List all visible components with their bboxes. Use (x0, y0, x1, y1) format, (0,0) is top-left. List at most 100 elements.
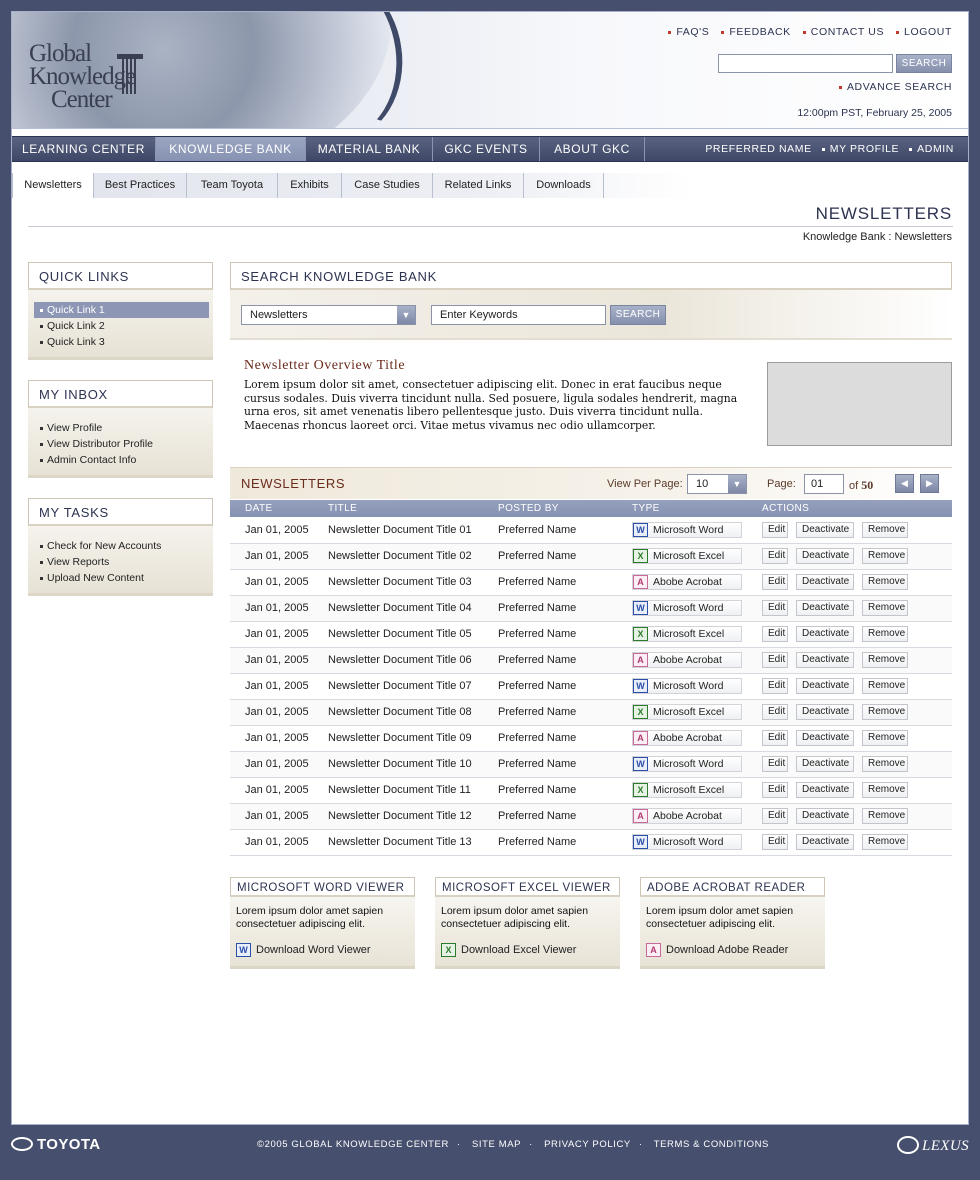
quick-link-3[interactable]: Quick Link 3 (34, 334, 209, 350)
tab-best-practices[interactable]: Best Practices (94, 173, 187, 198)
row-title[interactable]: Newsletter Document Title 08 (313, 699, 483, 726)
deactivate-button[interactable]: Deactivate (796, 652, 854, 668)
preferred-name-link[interactable]: PREFERRED NAME (705, 137, 811, 161)
viewer-download-link[interactable]: X Download Excel Viewer (441, 943, 576, 958)
deactivate-button[interactable]: Deactivate (796, 808, 854, 824)
row-title[interactable]: Newsletter Document Title 10 (313, 751, 483, 778)
edit-button[interactable]: Edit (762, 600, 788, 616)
inbox-view-distributor-profile[interactable]: View Distributor Profile (34, 436, 209, 452)
edit-button[interactable]: Edit (762, 652, 788, 668)
feedback-link[interactable]: FEEDBACK (721, 26, 790, 38)
remove-button[interactable]: Remove (862, 678, 908, 694)
deactivate-button[interactable]: Deactivate (796, 782, 854, 798)
nav-about-gkc[interactable]: ABOUT GKC (540, 137, 645, 161)
quick-link-2[interactable]: Quick Link 2 (34, 318, 209, 334)
my-profile-link[interactable]: MY PROFILE (821, 137, 899, 161)
deactivate-button[interactable]: Deactivate (796, 600, 854, 616)
next-page-button[interactable]: ▶ (920, 474, 939, 493)
view-per-page-select[interactable]: 10 ▼ (687, 474, 747, 494)
remove-button[interactable]: Remove (862, 834, 908, 850)
deactivate-button[interactable]: Deactivate (796, 834, 854, 850)
tab-exhibits[interactable]: Exhibits (278, 173, 342, 198)
row-title[interactable]: Newsletter Document Title 06 (313, 647, 483, 674)
remove-button[interactable]: Remove (862, 808, 908, 824)
deactivate-button[interactable]: Deactivate (796, 626, 854, 642)
inbox-view-profile[interactable]: View Profile (34, 420, 209, 436)
quick-link-1[interactable]: Quick Link 1 (34, 302, 209, 318)
footer-terms[interactable]: TERMS & CONDITIONS (654, 1139, 769, 1150)
viewer-download-link[interactable]: W Download Word Viewer (236, 943, 371, 958)
remove-button[interactable]: Remove (862, 600, 908, 616)
toyota-logo[interactable]: TOYOTA (11, 1136, 101, 1153)
task-view-reports[interactable]: View Reports (34, 554, 209, 570)
remove-button[interactable]: Remove (862, 756, 908, 772)
edit-button[interactable]: Edit (762, 626, 788, 642)
site-logo[interactable]: Global Knowledge Center (29, 41, 143, 112)
row-title[interactable]: Newsletter Document Title 03 (313, 569, 483, 596)
advance-search-link[interactable]: ADVANCE SEARCH (838, 81, 952, 93)
row-title[interactable]: Newsletter Document Title 09 (313, 725, 483, 752)
edit-button[interactable]: Edit (762, 574, 788, 590)
row-title[interactable]: Newsletter Document Title 05 (313, 621, 483, 648)
keywords-input[interactable]: Enter Keywords (431, 305, 606, 325)
edit-button[interactable]: Edit (762, 782, 788, 798)
admin-link[interactable]: ADMIN (909, 137, 954, 161)
edit-button[interactable]: Edit (762, 521, 788, 538)
deactivate-button[interactable]: Deactivate (796, 756, 854, 772)
remove-button[interactable]: Remove (862, 521, 908, 538)
edit-button[interactable]: Edit (762, 678, 788, 694)
edit-button[interactable]: Edit (762, 756, 788, 772)
row-title[interactable]: Newsletter Document Title 11 (313, 777, 483, 804)
lexus-logo[interactable]: LEXUS (897, 1136, 969, 1155)
deactivate-button[interactable]: Deactivate (796, 730, 854, 746)
row-title[interactable]: Newsletter Document Title 13 (313, 829, 483, 856)
remove-button[interactable]: Remove (862, 782, 908, 798)
row-title[interactable]: Newsletter Document Title 02 (313, 543, 483, 570)
tab-related-links[interactable]: Related Links (433, 173, 524, 198)
row-actions: Edit Deactivate Remove (747, 647, 952, 674)
category-select[interactable]: Newsletters ▼ (241, 305, 416, 325)
edit-button[interactable]: Edit (762, 704, 788, 720)
task-upload-new-content[interactable]: Upload New Content (34, 570, 209, 586)
edit-button[interactable]: Edit (762, 548, 788, 564)
deactivate-button[interactable]: Deactivate (796, 678, 854, 694)
remove-button[interactable]: Remove (862, 626, 908, 642)
footer-site-map[interactable]: SITE MAP (472, 1139, 521, 1150)
logout-link[interactable]: LOGOUT (896, 26, 952, 38)
tab-team-toyota[interactable]: Team Toyota (187, 173, 278, 198)
nav-material-bank[interactable]: MATERIAL BANK (306, 137, 433, 161)
deactivate-button[interactable]: Deactivate (796, 548, 854, 564)
tab-newsletters[interactable]: Newsletters (12, 173, 94, 198)
remove-button[interactable]: Remove (862, 704, 908, 720)
faq-link[interactable]: FAQ'S (668, 26, 709, 38)
tab-downloads[interactable]: Downloads (524, 173, 604, 198)
deactivate-button[interactable]: Deactivate (796, 704, 854, 720)
prev-page-button[interactable]: ◀ (895, 474, 914, 493)
nav-gkc-events[interactable]: GKC EVENTS (433, 137, 540, 161)
page-input[interactable]: 01 (804, 474, 844, 494)
site-search-button[interactable]: SEARCH (896, 54, 952, 73)
row-title[interactable]: Newsletter Document Title 12 (313, 803, 483, 830)
site-search-input[interactable] (718, 54, 893, 73)
row-title[interactable]: Newsletter Document Title 07 (313, 673, 483, 700)
nav-knowledge-bank[interactable]: KNOWLEDGE BANK (156, 137, 306, 161)
row-title[interactable]: Newsletter Document Title 04 (313, 595, 483, 622)
row-title[interactable]: Newsletter Document Title 01 (313, 517, 483, 544)
contact-us-link[interactable]: CONTACT US (802, 26, 884, 38)
remove-button[interactable]: Remove (862, 574, 908, 590)
task-check-new-accounts[interactable]: Check for New Accounts (34, 538, 209, 554)
remove-button[interactable]: Remove (862, 730, 908, 746)
edit-button[interactable]: Edit (762, 808, 788, 824)
inbox-admin-contact-info[interactable]: Admin Contact Info (34, 452, 209, 468)
edit-button[interactable]: Edit (762, 730, 788, 746)
footer-privacy-policy[interactable]: PRIVACY POLICY (544, 1139, 631, 1150)
nav-learning-center[interactable]: LEARNING CENTER (12, 137, 156, 161)
deactivate-button[interactable]: Deactivate (796, 574, 854, 590)
deactivate-button[interactable]: Deactivate (796, 521, 854, 538)
kb-search-button[interactable]: SEARCH (610, 305, 666, 325)
tab-case-studies[interactable]: Case Studies (342, 173, 433, 198)
edit-button[interactable]: Edit (762, 834, 788, 850)
remove-button[interactable]: Remove (862, 548, 908, 564)
remove-button[interactable]: Remove (862, 652, 908, 668)
viewer-download-link[interactable]: A Download Adobe Reader (646, 943, 788, 958)
